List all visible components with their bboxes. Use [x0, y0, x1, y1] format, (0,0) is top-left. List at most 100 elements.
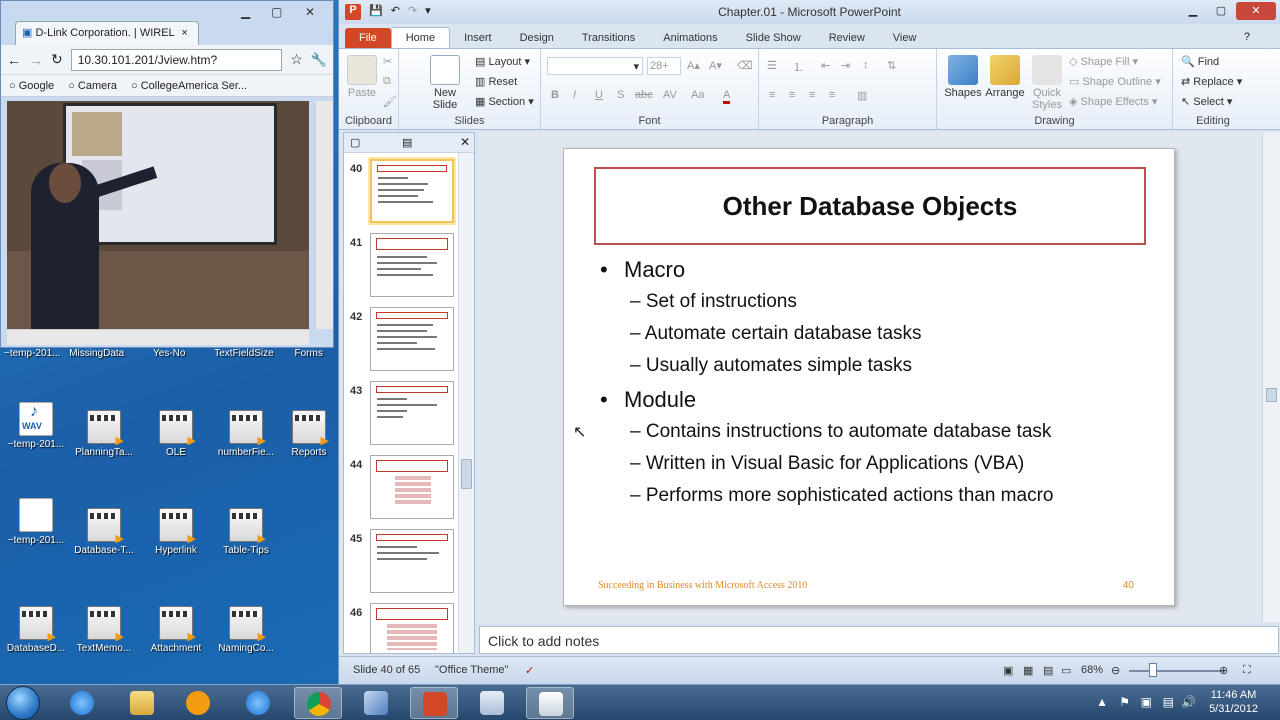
taskbar-app[interactable] [352, 687, 400, 719]
format-painter-icon[interactable]: 🖌 [383, 95, 397, 108]
arrange-button[interactable]: Arrange [985, 55, 1025, 99]
shape-fill-button[interactable]: ◇ Shape Fill ▾ [1069, 55, 1138, 68]
taskbar-ie-2[interactable] [234, 687, 282, 719]
tab-slide-show[interactable]: Slide Show [732, 28, 815, 48]
powerpoint-window[interactable]: P 💾 ↶ ↷ ▾ Chapter.01 - Microsoft PowerPo… [338, 0, 1280, 684]
star-icon[interactable]: ☆ [290, 51, 303, 68]
start-button[interactable] [6, 686, 40, 720]
desktop-icon[interactable]: ~temp-201... [0, 498, 72, 546]
desktop-icon[interactable]: Table-Tips [210, 508, 282, 556]
slide-sorter-icon[interactable]: ▦ [1023, 664, 1033, 677]
desktop-icon[interactable]: Reports [280, 410, 338, 458]
find-button[interactable]: 🔍 Find [1181, 55, 1219, 68]
slide-thumbnail[interactable] [370, 455, 454, 519]
desktop-icon[interactable]: NamingCo... [210, 606, 282, 654]
text-direction-icon[interactable]: ⇅ [887, 59, 896, 72]
slide-thumbnail[interactable] [370, 159, 454, 223]
maximize-icon[interactable]: ▢ [1208, 2, 1234, 20]
video-vertical-scrollbar[interactable] [315, 101, 333, 329]
desktop-icon[interactable]: Hyperlink [140, 508, 212, 556]
slide-title-box[interactable]: Other Database Objects [594, 167, 1146, 245]
desktop-icon[interactable]: OLE [140, 410, 212, 458]
close-tab-icon[interactable]: × [181, 27, 187, 39]
browser-tab[interactable]: ▣ D-Link Corporation. | WIREL × [15, 21, 199, 45]
back-icon[interactable]: ← [7, 52, 21, 68]
notes-pane[interactable]: Click to add notes [479, 626, 1279, 654]
bookmark-collegeamerica[interactable]: ○ CollegeAmerica Ser... [131, 80, 247, 92]
scroll-thumb[interactable] [1266, 388, 1277, 402]
desktop-icon[interactable]: TextMemo... [68, 606, 140, 654]
slide-thumbnail[interactable] [370, 603, 454, 653]
columns-icon[interactable]: ▥ [857, 89, 867, 102]
slide-thumbnail[interactable] [370, 381, 454, 445]
paste-button[interactable]: Paste [347, 55, 377, 99]
close-panel-icon[interactable]: ✕ [460, 135, 470, 149]
minimize-icon[interactable]: ▁ [241, 5, 250, 19]
align-right-icon[interactable]: ≡ [809, 89, 815, 101]
align-left-icon[interactable]: ≡ [769, 89, 775, 101]
new-slide-button[interactable]: New Slide [425, 55, 465, 111]
help-icon[interactable]: ? [1244, 31, 1250, 48]
desktop-icon[interactable]: PlanningTa... [68, 410, 140, 458]
zoom-in-icon[interactable]: ⊕ [1219, 664, 1228, 677]
taskbar-chrome[interactable] [294, 687, 342, 719]
slide-content[interactable]: Macro – Set of instructions – Automate c… [600, 257, 1160, 517]
theme-name[interactable]: "Office Theme" [435, 664, 508, 676]
address-bar[interactable]: 10.30.101.201/Jview.htm? [70, 48, 283, 71]
font-size-select[interactable]: 28+ [647, 57, 681, 75]
slide-thumbnail[interactable] [370, 233, 454, 297]
network-icon[interactable]: ▤ [1163, 695, 1174, 709]
desktop-icon[interactable]: Database-T... [68, 508, 140, 556]
device-icon[interactable]: ▣ [1141, 695, 1152, 709]
change-case-button[interactable]: Aa [691, 89, 704, 101]
tab-review[interactable]: Review [815, 28, 879, 48]
taskbar-powerpoint[interactable] [410, 687, 458, 719]
bookmark-camera[interactable]: ○ Camera [68, 80, 117, 92]
zoom-level[interactable]: 68% [1081, 664, 1103, 676]
reset-button[interactable]: ▥ Reset [475, 75, 517, 88]
fit-to-window-icon[interactable]: ⛶ [1243, 664, 1251, 677]
slide-vertical-scrollbar[interactable] [1262, 132, 1280, 622]
scroll-thumb[interactable] [461, 459, 472, 489]
tab-view[interactable]: View [879, 28, 931, 48]
slide-thumbnail[interactable] [370, 307, 454, 371]
tab-outline[interactable]: ▤ [402, 136, 412, 149]
tab-animations[interactable]: Animations [649, 28, 731, 48]
font-color-button[interactable]: A [723, 89, 731, 104]
select-button[interactable]: ↖ Select ▾ [1181, 95, 1232, 108]
shape-effects-button[interactable]: ◈ Shape Effects ▾ [1069, 95, 1157, 108]
slide-thumbnail[interactable] [370, 529, 454, 593]
system-clock[interactable]: 11:46 AM 5/31/2012 [1209, 688, 1258, 716]
desktop-icon[interactable]: DatabaseD... [0, 606, 72, 654]
italic-button[interactable]: I [573, 89, 576, 101]
spell-check-icon[interactable]: ✓ [525, 664, 534, 677]
wrench-icon[interactable]: 🔧 [311, 52, 327, 68]
shadow-button[interactable]: S [617, 89, 624, 101]
font-name-select[interactable]: ▾ [547, 57, 643, 75]
tab-design[interactable]: Design [506, 28, 568, 48]
forward-icon[interactable]: → [29, 52, 43, 68]
reload-icon[interactable]: ↻ [51, 51, 63, 68]
decrease-indent-icon[interactable]: ⇤ [821, 59, 830, 72]
layout-button[interactable]: ▤ Layout ▾ [475, 55, 530, 68]
tab-transitions[interactable]: Transitions [568, 28, 649, 48]
copy-icon[interactable]: ⧉ [383, 75, 391, 88]
tab-file[interactable]: File [345, 28, 391, 48]
zoom-out-icon[interactable]: ⊖ [1111, 664, 1120, 677]
character-spacing-button[interactable]: AV [663, 89, 677, 101]
underline-button[interactable]: U [595, 89, 603, 101]
taskbar-ie[interactable] [58, 687, 106, 719]
taskbar-window-2[interactable] [526, 687, 574, 719]
cut-icon[interactable]: ✂ [383, 55, 392, 68]
volume-icon[interactable]: 🔊 [1181, 695, 1196, 709]
panel-scrollbar[interactable] [458, 153, 474, 653]
zoom-slider[interactable] [1129, 670, 1225, 672]
bookmark-google[interactable]: ○ Google [9, 80, 54, 92]
close-icon[interactable]: ✕ [1236, 2, 1276, 20]
replace-button[interactable]: ⇄ Replace ▾ [1181, 75, 1242, 88]
section-button[interactable]: ▦ Section ▾ [475, 95, 534, 108]
show-hidden-icons[interactable]: ▲ [1096, 695, 1108, 709]
slide-canvas[interactable]: Other Database Objects Macro – Set of in… [563, 148, 1175, 606]
desktop-icon[interactable]: numberFie... [210, 410, 282, 458]
increase-indent-icon[interactable]: ⇥ [841, 59, 850, 72]
